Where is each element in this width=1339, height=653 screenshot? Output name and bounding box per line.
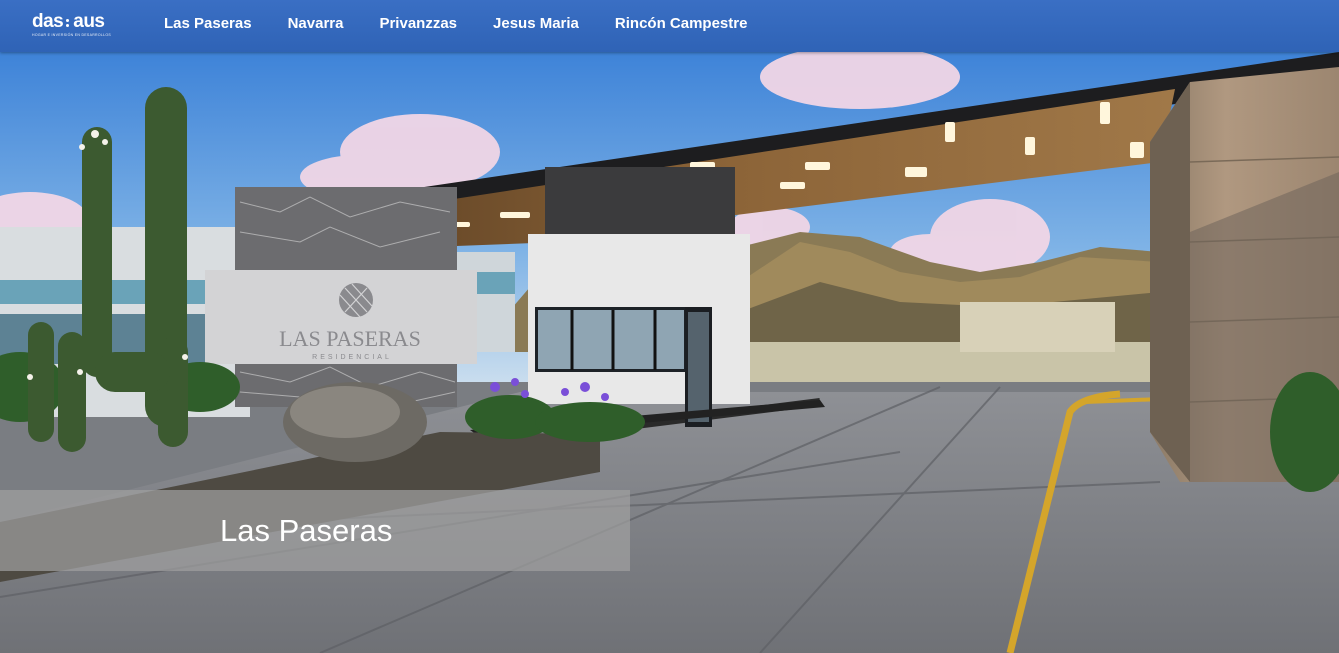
- hero-banner: LAS PASERAS RESIDENCIAL Las Paseras: [0, 52, 1339, 653]
- nav-item-las-paseras[interactable]: Las Paseras: [164, 15, 252, 33]
- brand-name-left: das: [32, 11, 64, 32]
- top-navbar: das aus HOGAR E INVERSIÓN EN DESARROLLOS…: [0, 0, 1339, 52]
- hero-caption-title: Las Paseras: [220, 513, 393, 548]
- nav-item-jesus-maria[interactable]: Jesus Maria: [493, 15, 579, 33]
- brand-tagline: HOGAR E INVERSIÓN EN DESARROLLOS: [32, 33, 112, 37]
- nav-item-rincon-campestre[interactable]: Rincón Campestre: [615, 15, 748, 33]
- main-nav: Las Paseras Navarra Privanzzas Jesus Mar…: [164, 15, 783, 33]
- brand-logo[interactable]: das aus HOGAR E INVERSIÓN EN DESARROLLOS: [32, 11, 112, 38]
- brand-dots-icon: [65, 17, 71, 27]
- nav-item-privanzzas[interactable]: Privanzzas: [379, 15, 457, 33]
- sign-subtitle: RESIDENCIAL: [312, 354, 392, 361]
- brand-name-right: aus: [73, 11, 105, 32]
- nav-item-navarra[interactable]: Navarra: [288, 15, 344, 33]
- hero-caption: Las Paseras: [0, 490, 630, 571]
- sign-title: LAS PASERAS: [279, 326, 421, 351]
